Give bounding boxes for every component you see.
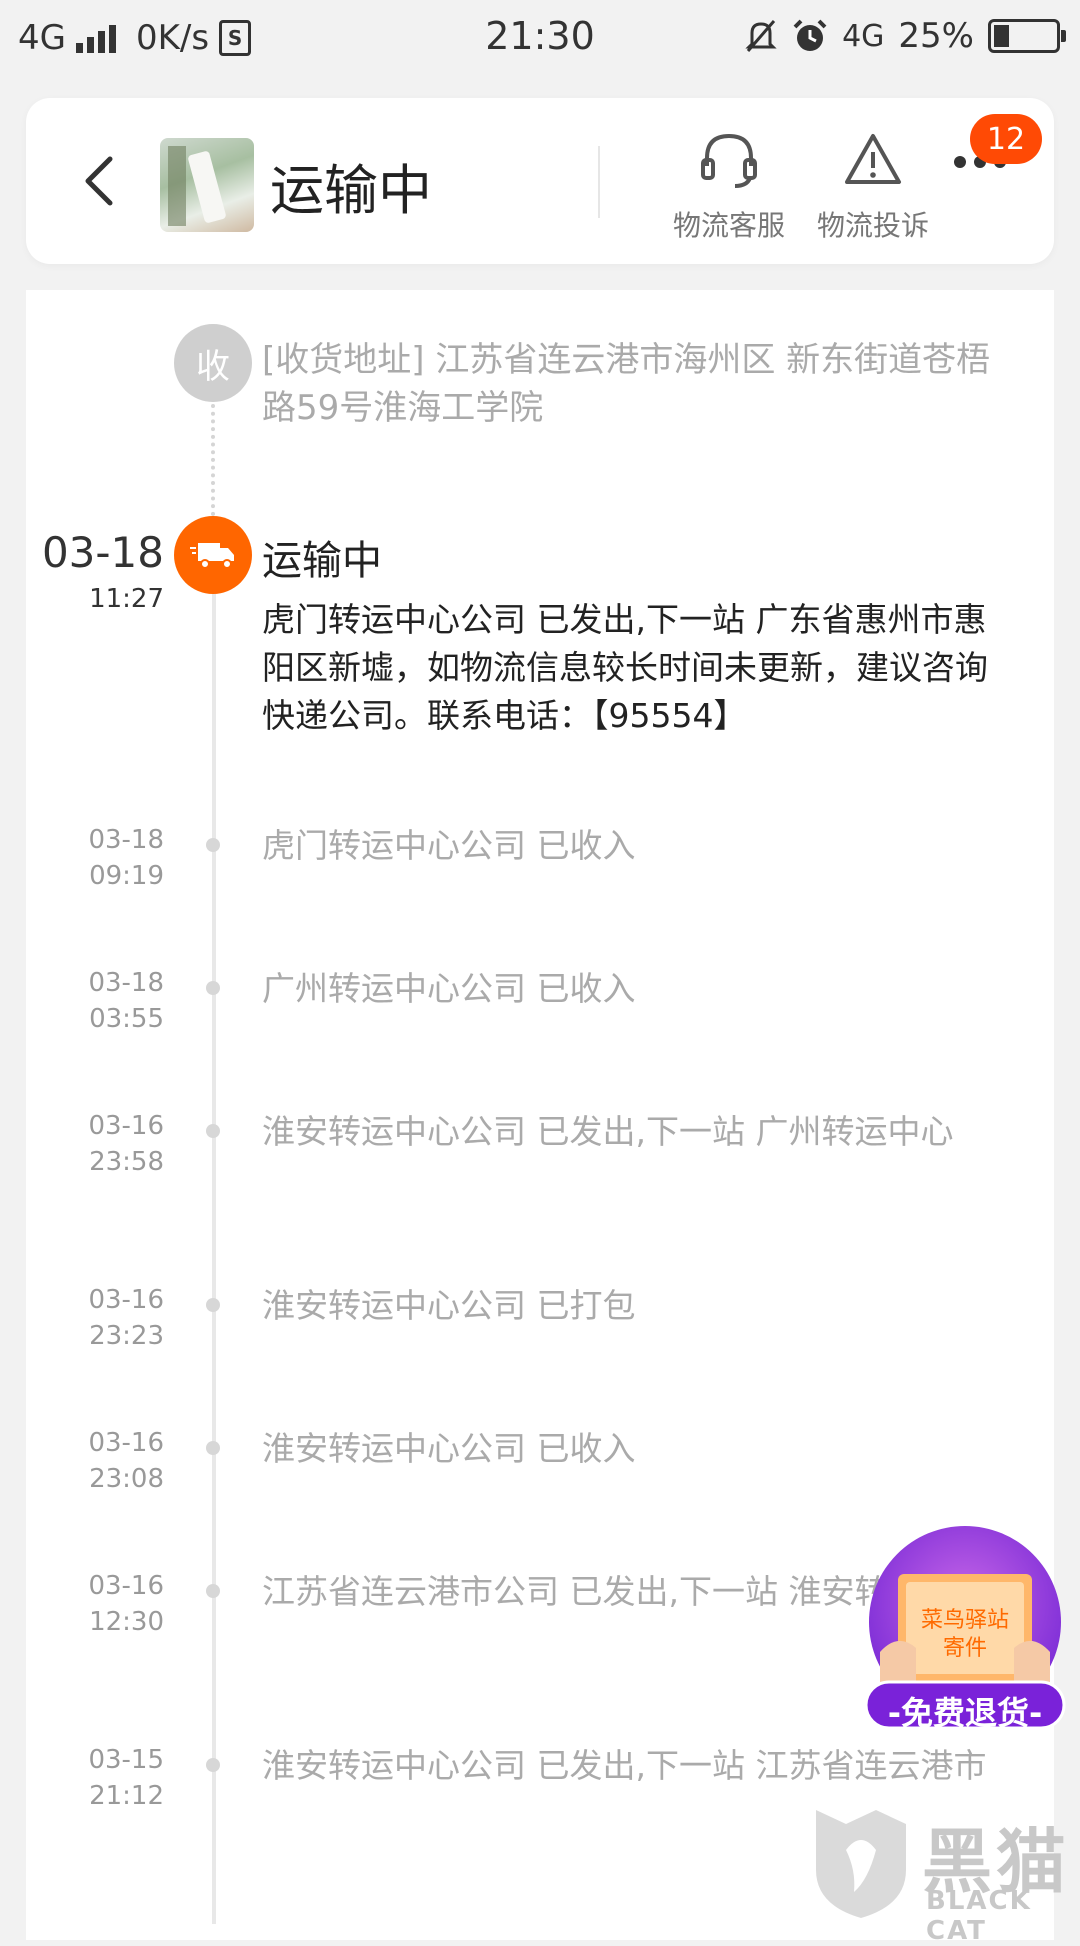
promo-button-label: -免费退货- [887,1694,1043,1732]
event-dot [206,1584,220,1598]
event-dot [206,838,220,852]
service-label: 物流客服 [672,209,785,242]
address-icon: 收 [174,324,252,402]
event-dot [206,1441,220,1455]
event-date: 03-18 03:55 [88,968,164,1034]
event-date: 03-16 23:23 [88,1285,164,1351]
truck-icon [174,516,252,594]
logistics-complaint-button[interactable]: 物流投诉 [798,128,948,244]
event-text: 淮安转运中心公司 已发出,下一站 江苏省连云港市 [262,1746,987,1785]
blackcat-watermark: 黑猫 BLACK CAT [806,1800,1080,1946]
current-status-text: 虎门转运中心公司 已发出,下一站 广东省惠州市惠阳区新墟，如物流信息较长时间未更… [262,600,988,735]
status-right: 4G 25% [744,16,1066,56]
logistics-service-button[interactable]: 物流客服 [654,128,804,244]
product-thumbnail[interactable] [160,138,254,232]
back-arrow-icon[interactable] [76,153,124,209]
battery-icon [988,19,1066,53]
event-text: 淮安转运中心公司 已发出,下一站 广州转运中心 [262,1112,954,1151]
current-status-title: 运输中 [262,538,382,584]
battery-percent: 25% [898,16,974,56]
event-dot [206,1124,220,1138]
event-text: 淮安转运中心公司 已收入 [262,1429,636,1468]
current-date: 03-18 [41,528,164,577]
timeline-dotted-line [211,404,215,516]
mute-bell-icon [745,20,777,52]
alarm-icon [793,19,827,51]
watermark-en: BLACK CAT [926,1886,1032,1946]
cat-logo-icon [816,1810,906,1918]
event-date: 03-16 12:30 [88,1571,164,1637]
header-divider [598,146,600,218]
page-title: 运输中 [270,159,432,222]
warning-icon [845,134,901,184]
headset-icon [701,133,757,188]
network-right-label: 4G [842,18,885,54]
status-bar: 4G 0K/s S 21:30 4G 25% [0,0,1080,76]
event-text: 虎门转运中心公司 已收入 [262,826,636,865]
event-date: 03-18 09:19 [88,825,164,891]
promo-line2: 寄件 [942,1636,987,1661]
timeline-line [212,594,216,1924]
notification-badge: 12 [970,114,1042,164]
delivery-address: [收货地址] 江苏省连云港市海州区 新东街道苍梧路59号淮海工学院 [262,340,991,428]
event-date: 03-15 21:12 [88,1745,164,1811]
header-card: 运输中 物流客服 物流投诉 12 [26,98,1054,264]
current-time: 11:27 [89,584,164,614]
complaint-label: 物流投诉 [816,209,929,242]
event-date: 03-16 23:58 [88,1111,164,1177]
event-text: 淮安转运中心公司 已打包 [262,1286,636,1325]
event-date: 03-16 23:08 [88,1428,164,1494]
event-dot [206,1298,220,1312]
event-text: 广州转运中心公司 已收入 [262,969,636,1008]
event-dot [206,1758,220,1772]
event-dot [206,981,220,995]
free-return-promo[interactable]: 菜鸟驿站 寄件 -免费退货- [858,1522,1072,1732]
